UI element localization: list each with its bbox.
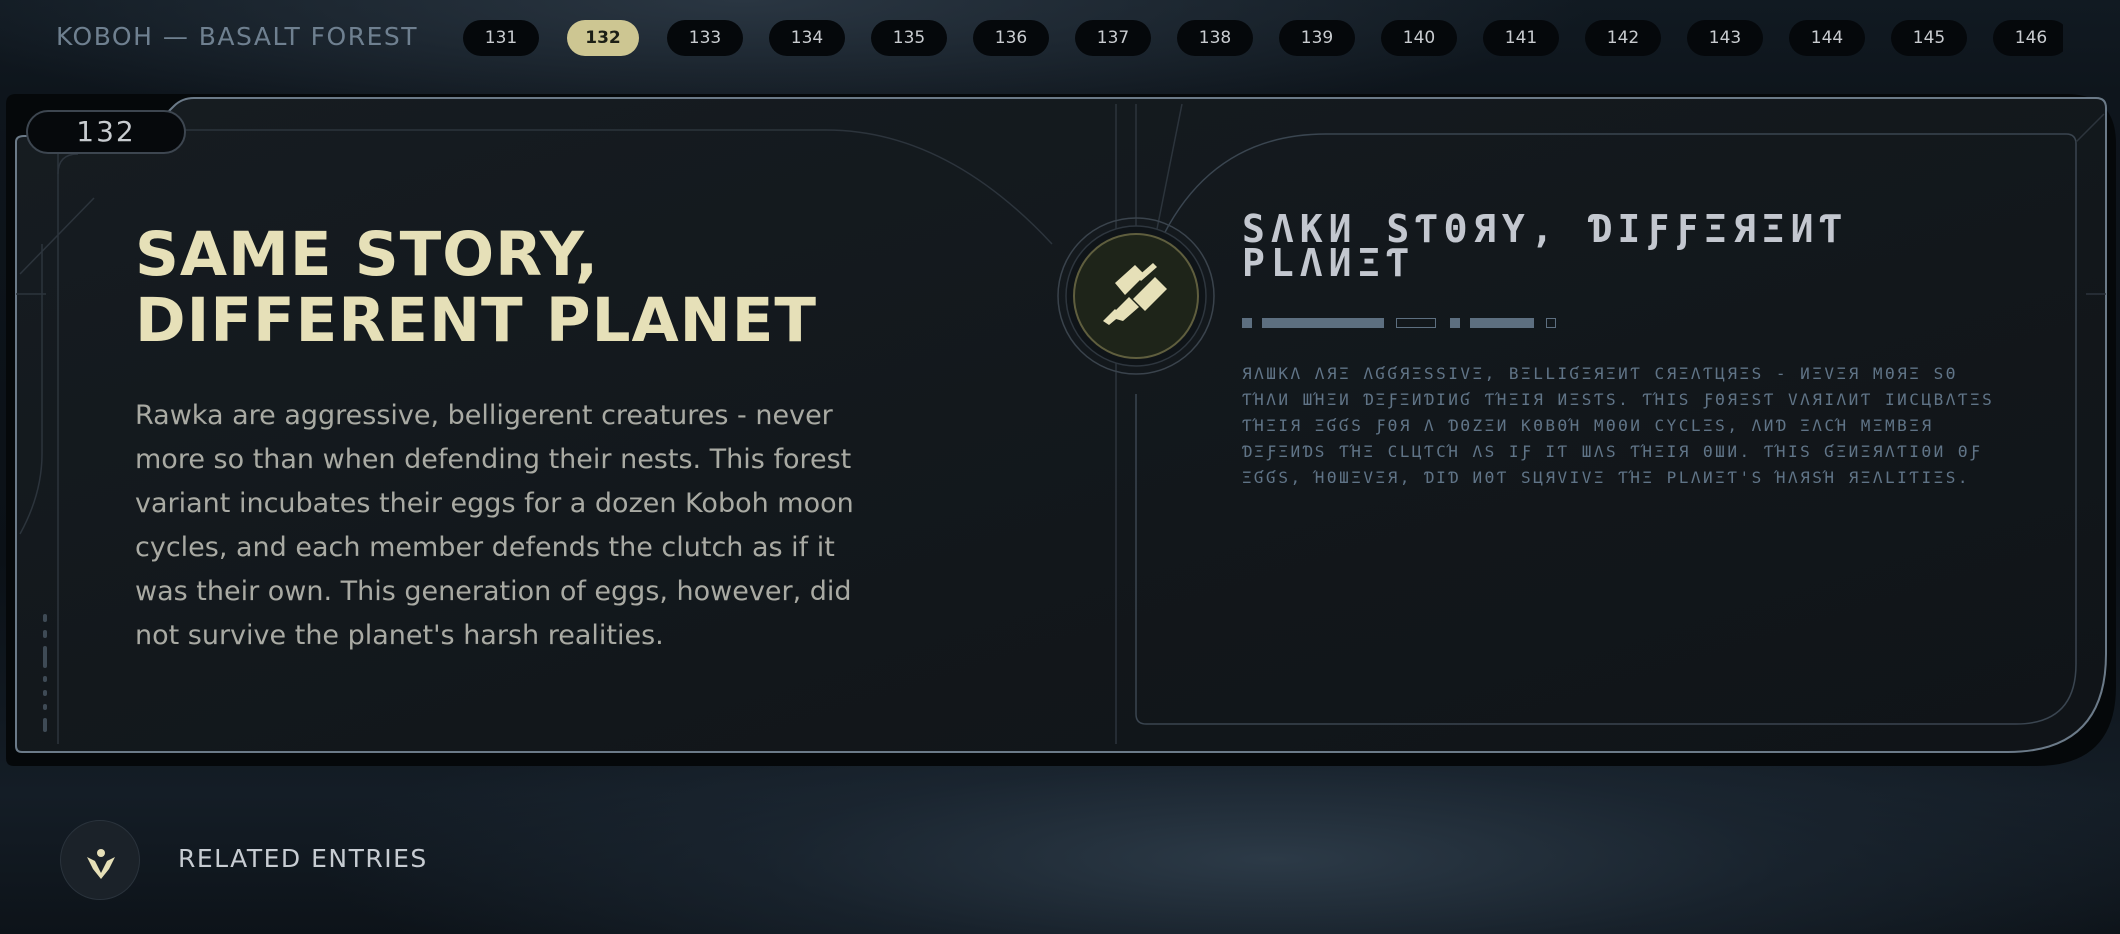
related-entries: RELATED ENTRIES (60, 820, 660, 900)
page-pill[interactable]: 143 (1687, 20, 1763, 56)
page-pill[interactable]: 146 (1993, 20, 2063, 56)
page-pill[interactable]: 134 (769, 20, 845, 56)
page-pill[interactable]: 135 (871, 20, 947, 56)
related-entries-icon (87, 849, 115, 879)
databank-entry-card: 132 SAME STORY, DIFFERENT PLANET Rawka a… (6, 94, 2116, 766)
page-pill-active[interactable]: 132 (567, 20, 639, 56)
page-pill[interactable]: 138 (1177, 20, 1253, 56)
entry-body: Rawka are aggressive, belligerent creatu… (135, 400, 854, 651)
location-label: KOBOH — BASALT FOREST (56, 22, 419, 51)
aurebesh-title: ЅΛКИ ЅƬΘЯΥ, ƊΙƑƑΞЯΞИƬ ΡLΛИΞƬ (1242, 207, 1849, 285)
entry-title: SAME STORY, DIFFERENT PLANET (135, 219, 817, 356)
page-pill[interactable]: 137 (1075, 20, 1151, 56)
aurebesh-body: ЯΛШКΛ ΛЯΞ ΛƓƓЯΞЅЅΙVΞ, ВΞLLΙƓΞЯΞИƬ ϹЯΞΛƬЦ… (1242, 364, 1995, 487)
entry-pager: 131 132 133 134 135 136 137 138 139 140 … (463, 20, 2063, 56)
page-pill[interactable]: 139 (1279, 20, 1355, 56)
related-entries-label: RELATED ENTRIES (178, 844, 428, 873)
page-pill[interactable]: 144 (1789, 20, 1865, 56)
entry-number-tab: 132 (26, 110, 186, 154)
side-decoration (42, 614, 48, 734)
rawka-creature-icon (1057, 217, 1215, 375)
page-pill[interactable]: 133 (667, 20, 743, 56)
decorative-bars (1242, 318, 1642, 330)
page-pill[interactable]: 131 (463, 20, 539, 56)
page-pill[interactable]: 141 (1483, 20, 1559, 56)
page-pill[interactable]: 140 (1381, 20, 1457, 56)
top-bar: KOBOH — BASALT FOREST 131 132 133 134 13… (0, 0, 2120, 76)
page-pill[interactable]: 136 (973, 20, 1049, 56)
page-pill[interactable]: 145 (1891, 20, 1967, 56)
related-entries-button[interactable] (60, 820, 140, 900)
page-pill[interactable]: 142 (1585, 20, 1661, 56)
